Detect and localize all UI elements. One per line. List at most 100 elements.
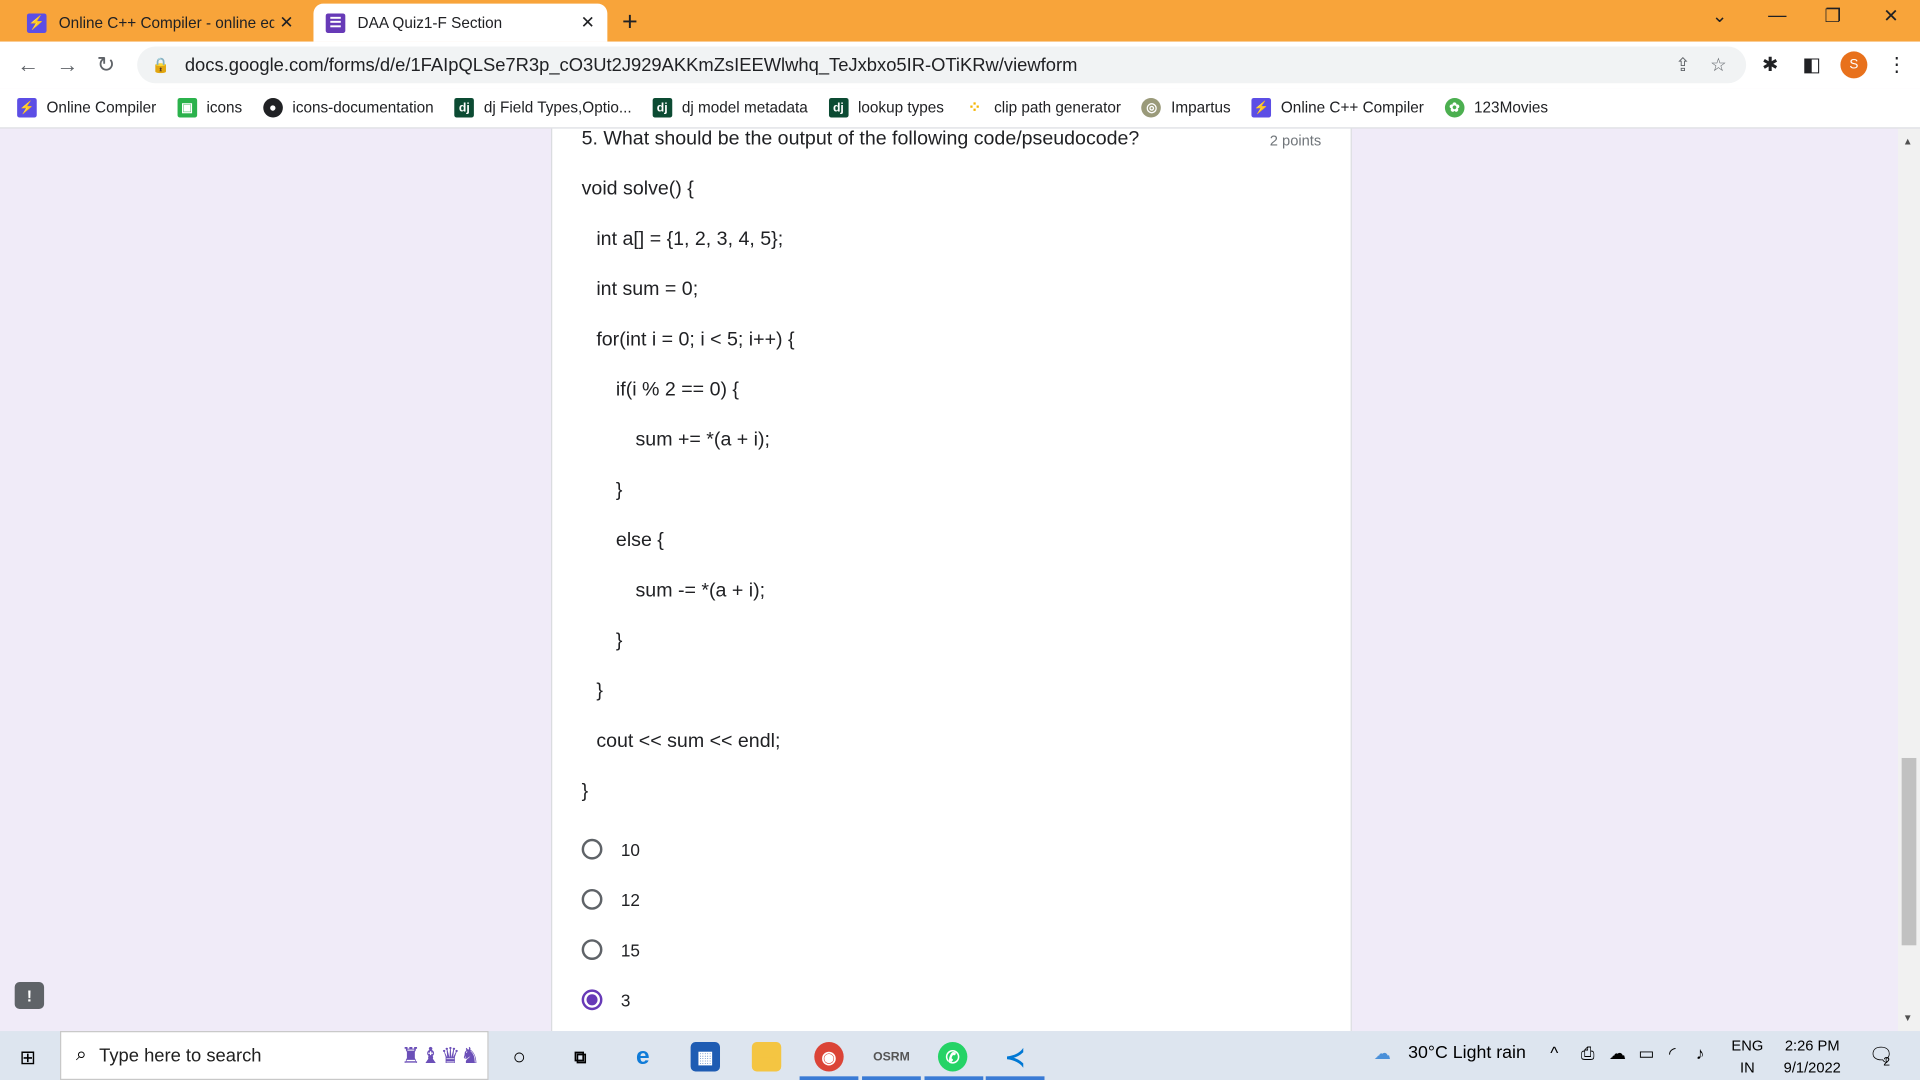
weather-text[interactable]: 30°C Light rain [1408, 1043, 1526, 1063]
osrm-icon[interactable]: OSRM [873, 1042, 910, 1071]
tab-title: Online C++ Compiler - online ed [58, 14, 275, 32]
vscode-icon[interactable]: ≺ [1000, 1042, 1029, 1071]
radio-button[interactable] [581, 939, 603, 961]
radio-button[interactable] [581, 838, 603, 860]
bookmark-label: 123Movies [1474, 99, 1549, 117]
option-label: 15 [620, 939, 640, 960]
bookmark-label: icons-documentation [292, 99, 434, 117]
question-card: 5. What should be the output of the foll… [551, 128, 1352, 1032]
reload-icon[interactable]: ↻ [97, 53, 115, 79]
bookmark-online-compiler[interactable]: ⚡ Online Compiler [17, 97, 156, 118]
scroll-up-icon[interactable]: ▲ [1903, 136, 1913, 147]
scrollbar-thumb[interactable] [1901, 757, 1917, 946]
show-hidden-icons-icon[interactable]: ^ [1550, 1043, 1558, 1063]
option-12[interactable]: 12 [581, 888, 640, 910]
edge-icon[interactable]: e [628, 1042, 657, 1071]
active-app-indicator [862, 1076, 921, 1080]
clock-time: 2:26 PM [1784, 1037, 1840, 1055]
question-points: 2 points [1269, 132, 1322, 150]
close-tab-icon[interactable]: ✕ [576, 12, 600, 33]
wifi-icon[interactable]: ◜ [1669, 1043, 1676, 1064]
system-clock[interactable]: 2:26 PM 9/1/2022 [1778, 1035, 1847, 1079]
radio-button[interactable] [581, 888, 603, 910]
forward-icon[interactable]: → [56, 53, 78, 79]
extensions-icon[interactable]: ✱ [1762, 53, 1778, 77]
tab-strip: ⚡ Online C++ Compiler - online ed ✕ ☰ DA… [0, 0, 1920, 42]
option-15[interactable]: 15 [581, 939, 640, 961]
bookmark-lookup-types[interactable]: dj lookup types [828, 97, 944, 118]
restore-icon[interactable]: ❐ [1825, 5, 1841, 27]
bookmark-icons[interactable]: ▣ icons [177, 97, 243, 118]
whatsapp-icon[interactable]: ✆ [937, 1042, 968, 1072]
active-app-indicator [924, 1076, 984, 1080]
chrome-icon[interactable]: ◉ [814, 1042, 844, 1072]
url-text[interactable]: docs.google.com/forms/d/e/1FAIpQLSe7R3p_… [185, 54, 1675, 75]
dj-icon: dj [652, 97, 673, 118]
bookmark-clip-path-generator[interactable]: ⁘ clip path generator [965, 98, 1121, 118]
close-tab-icon[interactable]: ✕ [274, 12, 298, 33]
impartus-icon: ◎ [1141, 97, 1162, 118]
report-feedback-icon[interactable]: ! [14, 982, 45, 1009]
bookmark-dj-model-metadata[interactable]: dj dj model metadata [652, 97, 808, 118]
code-line: int sum = 0; [596, 279, 699, 301]
dj-icon: dj [454, 97, 475, 118]
code-line: sum -= *(a + i); [635, 580, 766, 602]
page-scrollbar[interactable]: ▲ ▼ [1897, 128, 1920, 1032]
tab-title: DAA Quiz1-F Section [357, 14, 503, 32]
code-line: cout << sum << endl; [596, 731, 781, 752]
new-tab-button[interactable]: + [622, 6, 638, 38]
scroll-down-icon[interactable]: ▼ [1903, 1013, 1913, 1024]
radio-button-selected[interactable] [581, 989, 603, 1011]
language-code: ENG [1731, 1037, 1764, 1055]
bookmark-impartus[interactable]: ◎ Impartus [1141, 97, 1231, 118]
windows-start-icon[interactable]: ⊞ [20, 1046, 36, 1070]
profile-avatar[interactable]: S [1840, 51, 1868, 79]
clock-date: 9/1/2022 [1783, 1059, 1841, 1077]
bookmark-123movies[interactable]: ✿ 123Movies [1444, 97, 1549, 118]
bookmark-icons-documentation[interactable]: ● icons-documentation [263, 97, 434, 118]
tab-search-icon[interactable]: ⌄ [1712, 5, 1727, 27]
bookmark-label: clip path generator [994, 99, 1121, 117]
search-icon: ⌕ [75, 1044, 87, 1066]
option-label: 10 [620, 839, 640, 859]
store-icon[interactable]: ▦ [690, 1042, 721, 1072]
language-indicator[interactable]: ENG IN [1730, 1035, 1764, 1079]
close-window-icon[interactable]: ✕ [1883, 5, 1898, 27]
task-view-icon[interactable]: ⧉ [566, 1042, 595, 1071]
volume-icon[interactable]: ♪ [1696, 1043, 1705, 1063]
meet-now-icon[interactable]: ⎙ [1581, 1043, 1595, 1064]
option-10[interactable]: 10 [581, 838, 640, 860]
active-app-indicator [799, 1076, 859, 1080]
taskbar-search-box[interactable]: ⌕ Type here to search ♜♝♛♞ [60, 1031, 489, 1080]
back-icon[interactable]: ← [17, 53, 39, 79]
forms-icon: ☰ [325, 12, 346, 33]
code-line: } [615, 480, 623, 501]
browser-toolbar: ← → ↻ 🔒 docs.google.com/forms/d/e/1FAIpQ… [0, 41, 1920, 89]
minimize-icon[interactable]: — [1768, 5, 1786, 26]
battery-icon[interactable]: ▭ [1638, 1043, 1654, 1064]
onedrive-icon[interactable]: ☁ [1609, 1043, 1626, 1064]
bookmark-star-icon[interactable]: ☆ [1710, 54, 1726, 76]
bookmark-label: lookup types [857, 99, 944, 117]
bookmark-dj-field-types[interactable]: dj dj Field Types,Optio... [454, 97, 632, 118]
tab-daa-quiz[interactable]: ☰ DAA Quiz1-F Section ✕ [313, 3, 608, 42]
windows-taskbar: ⊞ ⌕ Type here to search ♜♝♛♞ ○ ⧉ e ▦ ▬ ◉… [0, 1031, 1920, 1080]
bookmark-label: Impartus [1171, 99, 1231, 117]
cortana-icon[interactable]: ○ [504, 1042, 533, 1071]
bookmark-online-cpp-compiler[interactable]: ⚡ Online C++ Compiler [1251, 97, 1424, 118]
tab-online-compiler[interactable]: ⚡ Online C++ Compiler - online ed ✕ [15, 4, 306, 42]
dj-icon: dj [828, 97, 849, 118]
page-content: 5. What should be the output of the foll… [0, 128, 1898, 1032]
globe-icon: ● [263, 97, 283, 118]
code-line: } [596, 680, 603, 702]
bookmark-label: Online C++ Compiler [1280, 99, 1424, 117]
menu-icon[interactable]: ⋮ [1887, 53, 1907, 77]
option-3[interactable]: 3 [581, 989, 630, 1011]
side-panel-icon[interactable]: ◧ [1802, 53, 1821, 77]
share-icon[interactable]: ⇪ [1675, 54, 1690, 76]
address-bar[interactable]: 🔒 docs.google.com/forms/d/e/1FAIpQLSe7R3… [137, 46, 1747, 84]
file-explorer-icon[interactable]: ▬ [751, 1042, 782, 1072]
bookmark-label: icons [206, 99, 243, 117]
code-line: int a[] = {1, 2, 3, 4, 5}; [596, 228, 784, 250]
question-title: 5. What should be the output of the foll… [581, 128, 1140, 150]
